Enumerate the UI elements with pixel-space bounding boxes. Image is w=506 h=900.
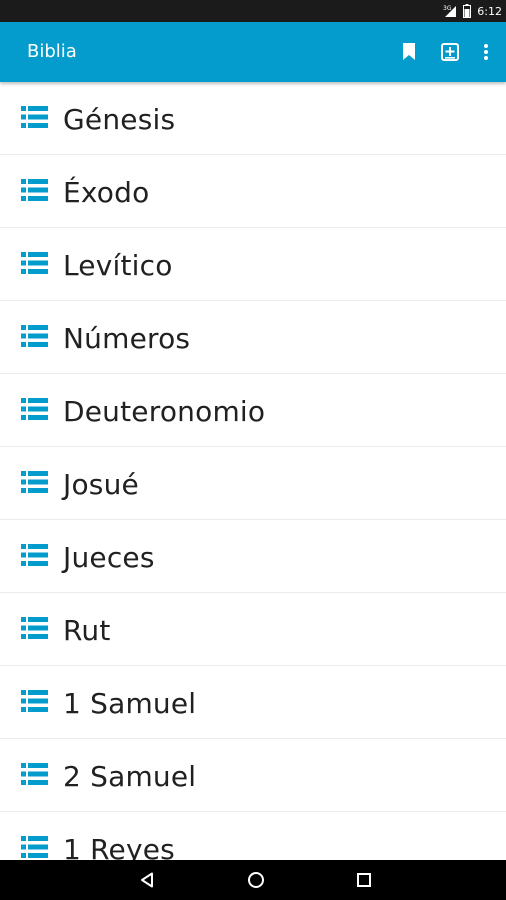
book-item-2-samuel[interactable]: 2 Samuel (0, 739, 506, 812)
book-item-rut[interactable]: Rut (0, 593, 506, 666)
list-icon (21, 398, 48, 420)
recents-button[interactable] (352, 868, 376, 892)
list-icon (21, 690, 48, 712)
bookmark-icon (403, 43, 415, 60)
home-button[interactable] (244, 868, 268, 892)
list-icon (21, 106, 48, 128)
book-item-genesis[interactable]: Génesis (0, 82, 506, 155)
book-label: Éxodo (63, 176, 150, 209)
list-icon (21, 252, 48, 274)
list-icon (21, 836, 48, 858)
more-options-button[interactable] (474, 40, 498, 64)
book-item-josue[interactable]: Josué (0, 447, 506, 520)
recents-icon (357, 873, 371, 887)
book-label: Números (63, 322, 191, 355)
network-type-label: 3G (443, 5, 452, 12)
book-label: Deuteronomio (63, 395, 266, 428)
book-item-exodo[interactable]: Éxodo (0, 155, 506, 228)
signal-icon: 3G (443, 4, 457, 18)
book-label: Levítico (63, 249, 173, 282)
book-item-1-reyes[interactable]: 1 Reyes (0, 812, 506, 860)
list-icon (21, 471, 48, 493)
status-indicators: 3G 6:12 (443, 0, 502, 22)
app-bar: Biblia (0, 22, 506, 82)
book-item-jueces[interactable]: Jueces (0, 520, 506, 593)
book-label: Génesis (63, 103, 176, 136)
home-icon (248, 872, 264, 888)
book-list[interactable]: Génesis Éxodo Levítico Números Deuterono… (0, 82, 506, 860)
book-label: 1 Samuel (63, 687, 197, 720)
book-label: 2 Samuel (63, 760, 197, 793)
book-label: Rut (63, 614, 111, 647)
add-note-icon (441, 43, 459, 61)
list-icon (21, 544, 48, 566)
more-vert-icon (484, 44, 488, 60)
status-bar: 3G 6:12 (0, 0, 506, 22)
book-label: 1 Reyes (63, 833, 175, 860)
book-label: Jueces (63, 541, 155, 574)
add-note-button[interactable] (438, 40, 462, 64)
book-item-levitico[interactable]: Levítico (0, 228, 506, 301)
battery-icon (463, 4, 472, 18)
list-icon (21, 179, 48, 201)
status-time: 6:12 (477, 4, 502, 18)
navigation-bar (0, 860, 506, 900)
back-icon (141, 872, 153, 888)
book-item-1-samuel[interactable]: 1 Samuel (0, 666, 506, 739)
book-item-deuteronomio[interactable]: Deuteronomio (0, 374, 506, 447)
book-label: Josué (63, 468, 139, 501)
app-title: Biblia (27, 41, 77, 62)
bookmark-button[interactable] (397, 40, 421, 64)
back-button[interactable] (135, 868, 159, 892)
book-item-numeros[interactable]: Números (0, 301, 506, 374)
list-icon (21, 763, 48, 785)
list-icon (21, 617, 48, 639)
list-icon (21, 325, 48, 347)
